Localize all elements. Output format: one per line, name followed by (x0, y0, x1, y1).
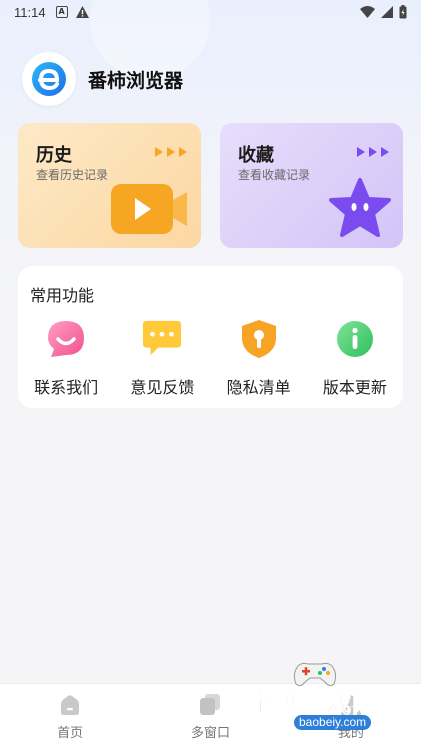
privacy-list-button[interactable]: 隐私清单 (211, 318, 307, 398)
shield-lock-icon (238, 318, 280, 360)
nav-label-multi-window: 多窗口 (190, 726, 230, 741)
watermark-url: baobeiy.com (294, 715, 372, 730)
video-camera-icon (111, 184, 187, 234)
browser-logo-icon (32, 62, 66, 96)
panel-title: 常用功能 (30, 286, 95, 305)
star-icon (329, 178, 391, 237)
nav-label-home: 首页 (57, 726, 84, 741)
arrows-icon (155, 147, 187, 157)
version-update-button[interactable]: 版本更新 (307, 318, 403, 398)
status-bar: 11:14 A (0, 0, 421, 24)
contact-us-button[interactable]: 联系我们 (18, 318, 114, 398)
arrows-icon (357, 147, 389, 157)
version-update-label: 版本更新 (322, 378, 387, 397)
favorites-subtitle: 查看收藏记录 (238, 168, 311, 182)
functions-row: 联系我们 意见反馈 隐私清单 版本更新 (18, 318, 403, 398)
a-notification-icon: A (55, 6, 68, 18)
contact-us-label: 联系我们 (34, 378, 99, 397)
status-time: 11:14 (14, 4, 46, 20)
nav-item-home[interactable]: 首页 (0, 684, 140, 750)
wifi-icon (360, 6, 375, 18)
favorites-card[interactable]: 收藏 查看收藏记录 (220, 123, 403, 248)
smile-bubble-icon (45, 318, 87, 360)
warning-icon (75, 6, 89, 18)
signal-icon (381, 6, 393, 18)
chat-bubble-icon (141, 318, 183, 360)
history-subtitle: 查看历史记录 (36, 168, 109, 182)
battery-icon (399, 5, 407, 19)
app-logo (22, 52, 76, 106)
watermark: 宝贝游戏网 baobeiy.com (247, 660, 398, 740)
feedback-button[interactable]: 意见反馈 (114, 318, 210, 398)
feedback-label: 意见反馈 (130, 378, 195, 397)
history-title: 历史 (36, 145, 72, 166)
windows-icon (200, 694, 221, 715)
favorites-title: 收藏 (238, 145, 274, 166)
history-card[interactable]: 历史 查看历史记录 (18, 123, 201, 248)
common-functions-panel: 常用功能 联系我们 意见反馈 隐私清单 版本更新 (18, 266, 403, 408)
app-header: 番柿浏览器 (22, 52, 183, 106)
privacy-list-label: 隐私清单 (226, 378, 291, 397)
status-icons (360, 5, 407, 19)
info-icon (334, 318, 376, 360)
app-name: 番柿浏览器 (88, 69, 184, 92)
home-icon (61, 695, 80, 715)
